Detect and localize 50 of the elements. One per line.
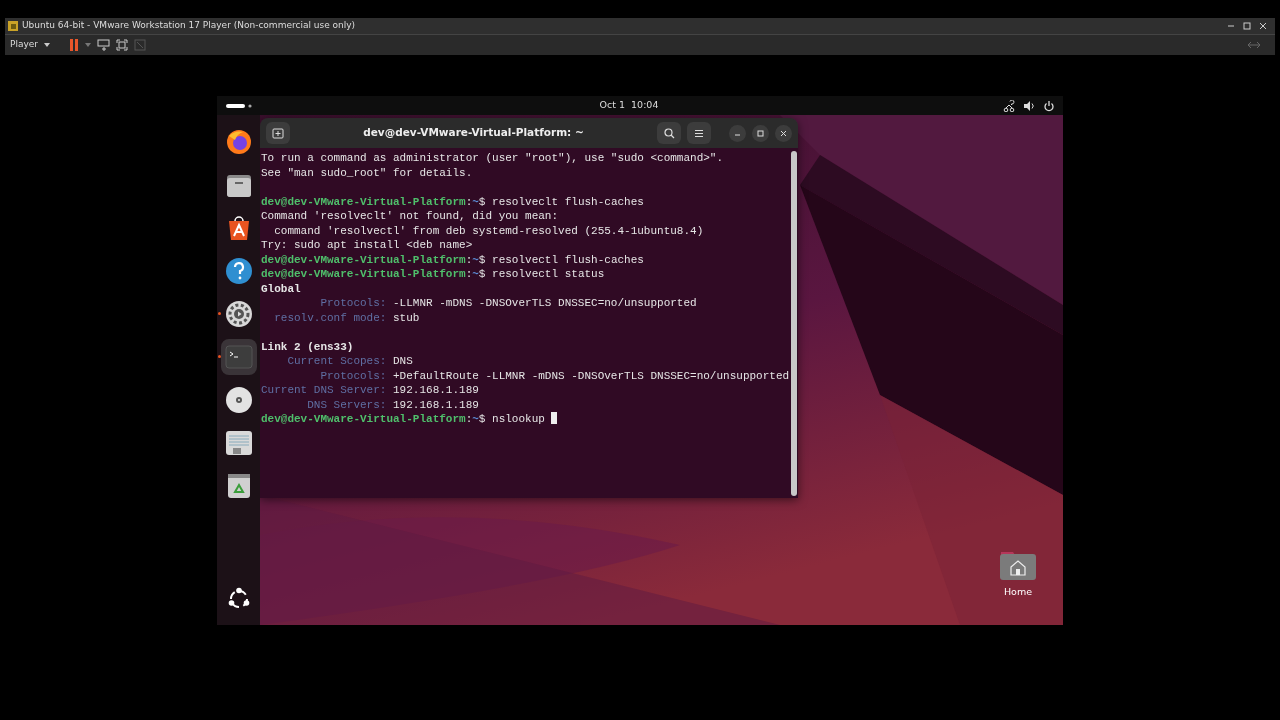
home-folder-icon[interactable] xyxy=(999,549,1037,581)
command-line: dev@dev-VMware-Virtual-Platform:~$ nslookup xyxy=(261,413,546,425)
icon-label[interactable]: Home xyxy=(1003,585,1033,600)
output-line: See "man sudo_root" for details. xyxy=(261,165,473,180)
output-line: To run a command as administrator (user "root"), use "sudo <command>". xyxy=(261,151,724,166)
caret-icon[interactable] xyxy=(44,43,50,47)
search-button[interactable] xyxy=(657,122,681,144)
output-line: Current DNS Server: 192.168.1.189 xyxy=(261,383,479,398)
output-line: command 'resolvectl' from deb systemd-resolved (255.4-1ubuntu8.4) xyxy=(273,223,704,238)
maximize-icon xyxy=(757,129,764,137)
close-icon xyxy=(780,129,787,137)
output-line: Command 'resolveclt' not found, did you mean: xyxy=(261,209,559,224)
command-line: dev@dev-VMware-Virtual-Platform:~$ resolvectl flush-caches xyxy=(261,252,644,267)
output-line: Link 2 (ens33) xyxy=(261,339,354,354)
pause-icon[interactable] xyxy=(70,39,79,51)
minimize-icon[interactable] xyxy=(1227,22,1235,30)
window-title: Ubuntu 64-bit - VMware Workstation 17 Player (Non-commercial use only) xyxy=(22,19,356,33)
output-line: Global xyxy=(261,281,301,296)
command-line: dev@dev-VMware-Virtual-Platform:~$ resolvectl status xyxy=(261,267,605,282)
clock[interactable]: Oct 1 10:04 xyxy=(599,98,659,113)
browser-icon[interactable] xyxy=(224,128,253,156)
volume-icon[interactable] xyxy=(1023,99,1035,112)
maximize-icon[interactable] xyxy=(1243,22,1251,30)
output-line: Current Scopes: DNS xyxy=(286,354,413,369)
output-line: Try: sudo apt install <deb name> xyxy=(261,238,473,253)
window-title: dev@dev-VMware-Virtual-Platform: ~ xyxy=(363,125,584,141)
output-line: Protocols: -LLMNR -mDNS -DNSOverTLS DNSSEC=no/unsupported xyxy=(319,296,697,311)
menu-icon xyxy=(694,128,704,138)
fullscreen-icon[interactable] xyxy=(116,39,128,51)
output-line: DNS Servers: 192.168.1.189 xyxy=(306,397,479,412)
close-button[interactable] xyxy=(775,124,792,142)
document-icon[interactable] xyxy=(224,429,253,457)
new-tab-button[interactable] xyxy=(266,122,290,144)
disc-icon[interactable] xyxy=(224,386,253,414)
output-line: resolv.conf mode: stub xyxy=(273,310,420,325)
minimize-button[interactable] xyxy=(729,124,746,142)
close-icon[interactable] xyxy=(1259,22,1267,30)
network-icon[interactable] xyxy=(1003,99,1015,112)
menu-button[interactable] xyxy=(687,122,711,144)
new-tab-icon xyxy=(272,127,284,139)
settings-icon[interactable] xyxy=(224,300,253,328)
output-line: Protocols: +DefaultRoute -LLMNR -mDNS -DNSOverTLS DNSSEC=no/unsupported xyxy=(319,368,790,383)
help-icon[interactable] xyxy=(224,257,253,285)
power-icon[interactable] xyxy=(1043,99,1055,112)
command-line: dev@dev-VMware-Virtual-Platform:~$ resolveclt flush-caches xyxy=(261,194,644,209)
app-logo-icon xyxy=(7,19,19,32)
scrollbar[interactable] xyxy=(791,151,797,496)
player-menu[interactable]: Player xyxy=(10,38,38,52)
search-icon xyxy=(663,127,675,139)
maximize-button[interactable] xyxy=(752,124,769,142)
